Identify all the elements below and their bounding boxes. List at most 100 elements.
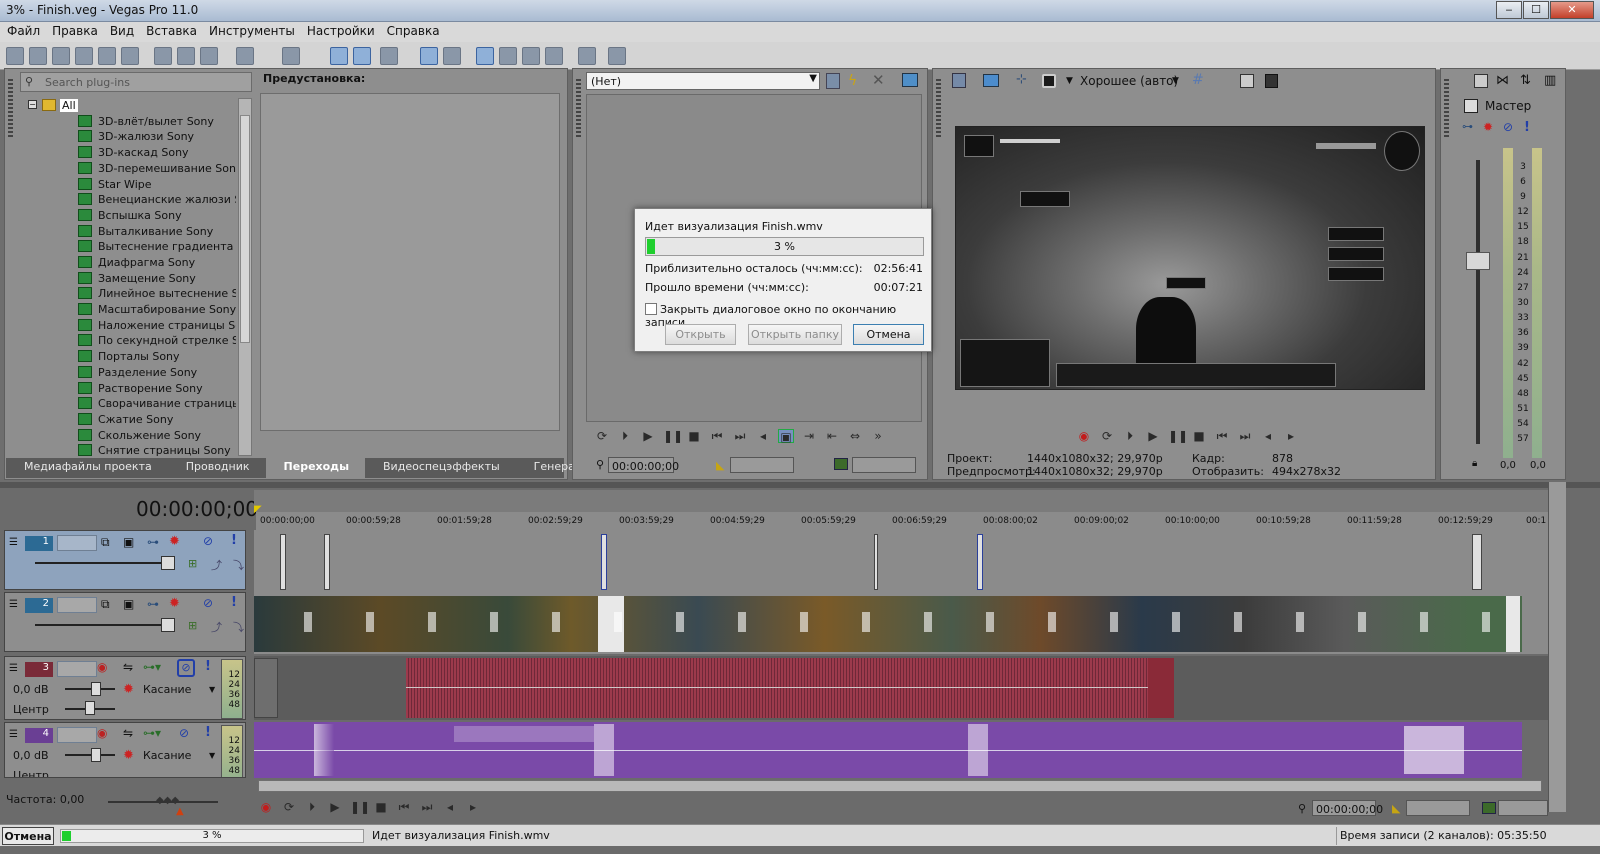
scroll-thumb[interactable] [240,115,250,343]
track-fx-icon[interactable]: ✹ [169,534,180,549]
lock-icon[interactable]: 🔒︎ [1472,458,1477,469]
track-lane-3[interactable] [254,656,1548,720]
video-event[interactable] [1472,534,1482,590]
properties-icon[interactable] [121,47,139,65]
solo-icon[interactable]: ! [231,595,237,610]
selection-length-field[interactable] [1498,800,1548,816]
collapse-icon[interactable]: − [28,100,37,109]
open-button[interactable]: Открыть [665,324,736,345]
record-icon[interactable]: ◉ [1076,429,1092,443]
plugin-item[interactable]: Растворение Sony [78,382,203,397]
status-cancel-button[interactable]: Отмена [2,827,54,845]
automation-mode[interactable]: Касание [143,749,191,762]
stop-icon[interactable]: ■ [686,429,702,443]
volume-slider-knob[interactable] [91,748,101,762]
track-fx-icon[interactable]: ✹ [169,596,180,611]
selection-tool-icon[interactable] [522,47,540,65]
copy-icon[interactable] [177,47,195,65]
audio-event-waveform[interactable] [406,658,1148,718]
cancel-render-button[interactable]: Отмена [853,324,924,345]
paste-icon[interactable] [200,47,218,65]
checkbox-box[interactable] [645,303,657,315]
pause-icon[interactable]: ❚❚ [350,800,370,814]
menu-tools[interactable]: Инструменты [206,24,304,42]
maximize-button[interactable]: ☐ [1523,1,1549,19]
master-fader-knob[interactable] [1466,252,1490,270]
volume-slider-knob[interactable] [91,682,101,696]
pan-slider-knob[interactable] [85,701,95,715]
plugin-item[interactable]: Наложение страницы Sony [78,319,236,334]
plugin-item[interactable]: 3D-жалюзи Sony [78,130,194,145]
bypass-icon[interactable]: ⊞ [188,557,197,570]
open-folder-button[interactable]: Открыть папку [748,324,842,345]
stop-icon[interactable]: ■ [373,800,389,814]
envelope-edit-icon[interactable] [499,47,517,65]
edit-tool-icon[interactable] [476,47,494,65]
invert-phase-icon[interactable]: ⇋ [123,660,133,674]
tree-root-all[interactable]: All [60,99,78,112]
play-from-start-icon[interactable]: ⏵ [1122,429,1138,443]
plugin-item[interactable]: Вспышка Sony [78,209,182,224]
mute-icon[interactable]: ⊘ [203,534,213,548]
prev-frame-icon[interactable]: ◂ [755,429,771,443]
video-event[interactable] [601,534,607,590]
track-header-1[interactable]: ☰ 1 ⧉ ▣ ⊶ ✹ ⊘ ! ⊞ ⤴ ⤵ [4,530,246,590]
track-header-3[interactable]: ☰ 3 ◉ ⇋ ⊶▾ ⊘ ! 0,0 dB ✹ Касание ▼ Центр … [4,656,246,720]
menu-edit[interactable]: Правка [49,24,107,42]
next-frame-icon[interactable]: ▸ [465,800,481,814]
clear-icon[interactable]: ✕ [872,71,885,89]
play-icon[interactable]: ▶ [1145,429,1161,443]
monitor-icon[interactable] [902,73,918,87]
plugin-item[interactable]: По секундной стрелке Sony [78,334,236,349]
plugin-item[interactable]: Star Wipe [78,178,152,193]
track-routing-icon[interactable]: ⊶▾ [143,726,161,740]
solo-icon[interactable]: ! [205,659,211,674]
time-ruler[interactable]: 00:00:00;00 00:00:59;28 00:01:59;28 00:0… [256,512,1548,530]
track-lane-4[interactable] [254,722,1548,778]
pause-icon[interactable]: ❚❚ [1168,429,1188,443]
composite-mode-icon[interactable]: ⧉ [101,597,110,612]
track-routing-icon[interactable]: ⊶ [147,597,159,611]
video-event[interactable] [977,534,983,590]
go-to-start-icon[interactable]: ⏮ [1214,429,1230,443]
trimmer-media-select[interactable]: (Нет) ▼ [586,72,820,90]
level-slider-knob[interactable] [161,618,175,632]
bypass-icon[interactable]: ⊞ [188,619,197,632]
dock-grip[interactable] [576,79,581,139]
tab-explorer[interactable]: Проводник [168,458,266,478]
track-name-field[interactable] [57,727,97,743]
media-properties-icon[interactable] [826,73,840,89]
dock-grip[interactable] [1444,79,1449,139]
go-to-end-icon[interactable]: ⏭ [732,429,748,443]
master-fader-track[interactable] [1476,160,1480,444]
track-menu-icon[interactable]: ☰ [9,537,18,548]
timeline-hscrollbar[interactable] [258,780,1542,792]
plugin-item[interactable]: 3D-влёт/вылет Sony [78,115,214,130]
volume-slider-track[interactable] [65,754,115,756]
video-fx-icon[interactable] [578,47,596,65]
menu-options[interactable]: Настройки [304,24,384,42]
solo-icon[interactable]: ! [231,533,237,548]
track-lane-1[interactable] [254,530,1548,592]
plugin-item[interactable]: Снятие страницы Sony [78,444,231,458]
video-event[interactable] [874,534,878,590]
split-screen-icon[interactable]: ⊹ [1016,72,1027,87]
zoom-tool-icon[interactable] [545,47,563,65]
level-slider-knob[interactable] [161,556,175,570]
bus-fx-icon[interactable]: ✹ [1483,120,1493,134]
audio-event[interactable] [1148,658,1174,718]
preview-properties-icon[interactable] [952,73,966,88]
level-slider-track[interactable] [35,624,175,626]
overlays-grid-icon[interactable]: # [1192,72,1204,88]
external-monitor-icon[interactable] [983,74,999,87]
track-menu-icon[interactable]: ☰ [9,663,18,674]
timeline-vscrollbar[interactable] [1548,482,1566,812]
go-to-start-icon[interactable]: ⏮ [709,429,725,443]
plugin-item[interactable]: Порталы Sony [78,350,180,365]
dock-grip[interactable] [8,79,13,139]
preview-quality-select[interactable]: Хорошее (авто) [1080,74,1178,88]
chevron-down-icon[interactable]: ▼ [209,685,215,694]
go-to-end-icon[interactable]: ⏭ [419,800,435,814]
play-icon[interactable]: ▶ [327,800,343,814]
plugin-item[interactable]: Вытеснение градиента Sony [78,240,236,255]
